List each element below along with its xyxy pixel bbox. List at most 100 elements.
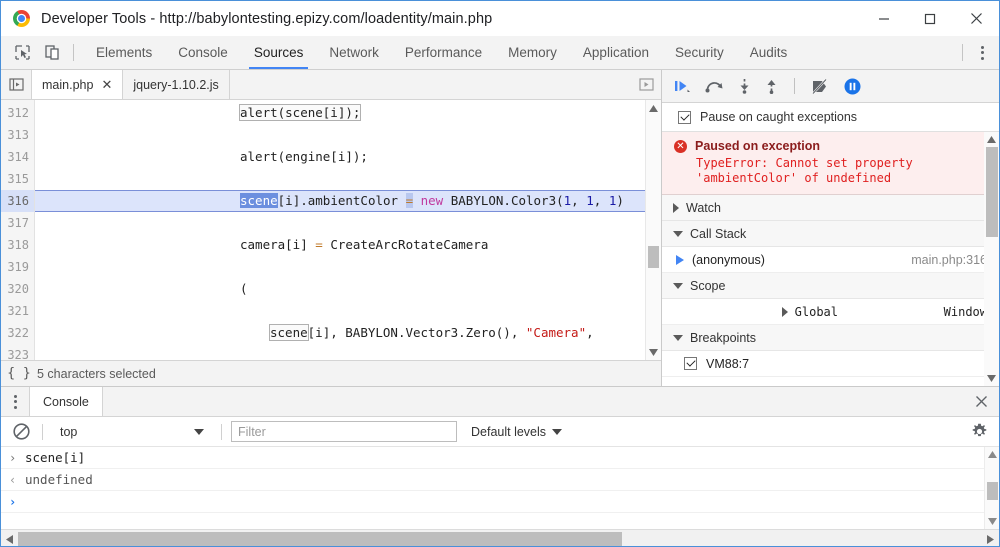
scroll-up-icon[interactable]: [985, 447, 999, 462]
sources-panel: main.php ✕ jquery-1.10.2.js 312 313 314 …: [1, 70, 999, 387]
scrollbar-thumb[interactable]: [986, 147, 998, 237]
scroll-up-icon[interactable]: [646, 100, 661, 116]
scroll-left-icon[interactable]: [1, 530, 18, 546]
scrollbar-track[interactable]: [985, 462, 999, 514]
maximize-button[interactable]: [907, 1, 953, 36]
current-frame-icon: [676, 254, 684, 265]
resume-script-execution-icon[interactable]: [674, 79, 691, 94]
close-icon[interactable]: ✕: [101, 78, 112, 91]
scrollbar-track[interactable]: [18, 530, 982, 546]
console-divider: [42, 423, 43, 440]
line-number: 323: [7, 348, 29, 360]
code-line-316: scene[i].ambientColor = new BABYLON.Colo…: [35, 190, 645, 212]
scroll-down-icon[interactable]: [646, 344, 661, 360]
chevron-right-icon: [781, 306, 788, 317]
line-number-gutter[interactable]: 312 313 314 315 316 317 318 319 320 321 …: [1, 100, 35, 360]
tab-security[interactable]: Security: [662, 36, 737, 69]
console-message-output[interactable]: ‹ undefined: [1, 469, 999, 491]
deactivate-breakpoints-icon[interactable]: [811, 78, 830, 94]
code-token: new: [413, 193, 451, 208]
scrollbar-track[interactable]: [646, 116, 661, 344]
devtools-tab-strip: Elements Console Sources Network Perform…: [1, 36, 999, 70]
scroll-up-icon[interactable]: [984, 132, 999, 147]
debugger-sidebar: Pause on caught exceptions ✕ Paused on e…: [662, 70, 999, 386]
scrollbar-thumb[interactable]: [18, 532, 622, 546]
inspect-element-icon[interactable]: [7, 36, 37, 69]
breakpoint-checkbox[interactable]: [684, 357, 697, 370]
tab-elements[interactable]: Elements: [83, 36, 165, 69]
scrollbar-thumb[interactable]: [987, 482, 998, 500]
tab-network[interactable]: Network: [316, 36, 392, 69]
devtools-window: Developer Tools - http://babylontesting.…: [0, 0, 1000, 547]
step-out-of-current-function-icon[interactable]: [765, 78, 778, 94]
clear-console-icon[interactable]: [9, 423, 33, 440]
tab-sources[interactable]: Sources: [241, 36, 317, 69]
debugger-vertical-scrollbar[interactable]: [984, 132, 999, 386]
chevron-down-icon: [194, 428, 204, 435]
more-tools-icon[interactable]: [1, 387, 29, 416]
device-toolbar-icon[interactable]: [37, 36, 67, 69]
horizontal-scrollbar[interactable]: [1, 529, 999, 546]
step-into-next-function-call-icon[interactable]: [738, 78, 751, 94]
scope-entry-global[interactable]: Global Window: [662, 299, 999, 325]
console-settings-icon[interactable]: [959, 423, 999, 440]
minimize-button[interactable]: [861, 1, 907, 36]
close-drawer-icon[interactable]: [963, 387, 999, 416]
code-lines[interactable]: alert(scene[i]); alert(engine[i]); scene…: [35, 100, 645, 360]
step-over-next-function-call-icon[interactable]: [705, 79, 724, 94]
scrollbar-thumb[interactable]: [648, 246, 659, 268]
tab-audits[interactable]: Audits: [737, 36, 801, 69]
close-button[interactable]: [953, 1, 999, 36]
section-breakpoints[interactable]: Breakpoints: [662, 325, 999, 351]
code-line-312: alert(scene[i]);: [35, 102, 645, 124]
console-output-marker-icon: ‹: [9, 472, 17, 487]
editor-vertical-scrollbar[interactable]: [645, 100, 661, 360]
scroll-down-icon[interactable]: [985, 514, 999, 529]
scope-entry-name: Global: [794, 304, 838, 319]
line-number: 314: [7, 150, 29, 164]
code-line-314: alert(engine[i]);: [35, 146, 645, 168]
pause-on-caught-exceptions-checkbox[interactable]: [678, 110, 691, 124]
scroll-right-icon[interactable]: [982, 530, 999, 546]
file-tab-label: jquery-1.10.2.js: [133, 77, 219, 92]
pause-on-exceptions-icon[interactable]: [844, 78, 861, 95]
console-context-select[interactable]: top: [52, 421, 212, 442]
console-filter-input[interactable]: [231, 421, 457, 442]
code-editor[interactable]: 312 313 314 315 316 317 318 319 320 321 …: [1, 100, 661, 360]
scrollbar-track[interactable]: [984, 147, 999, 371]
file-tab-jquery[interactable]: jquery-1.10.2.js: [123, 70, 230, 99]
show-navigator-icon[interactable]: [1, 70, 31, 99]
line-number: 321: [7, 304, 29, 318]
tab-performance[interactable]: Performance: [392, 36, 495, 69]
selection-status-text: 5 characters selected: [37, 366, 156, 381]
selected-token: scene: [240, 193, 278, 208]
section-scope[interactable]: Scope: [662, 273, 999, 299]
call-stack-frame[interactable]: (anonymous) main.php:316: [662, 247, 999, 273]
drawer-tab-console[interactable]: Console: [29, 387, 103, 416]
section-call-stack[interactable]: Call Stack: [662, 221, 999, 247]
breakpoint-entry[interactable]: VM88:7: [662, 351, 999, 377]
code-token: CreateArcRotateCamera: [322, 237, 489, 252]
tab-application[interactable]: Application: [570, 36, 662, 69]
pause-on-caught-exceptions-row[interactable]: Pause on caught exceptions: [662, 103, 999, 132]
pretty-print-icon[interactable]: { }: [1, 366, 37, 381]
scroll-down-icon[interactable]: [984, 371, 999, 386]
console-prompt[interactable]: ›: [1, 491, 999, 513]
more-tabs-icon[interactable]: [631, 70, 661, 99]
console-message-input[interactable]: › scene[i]: [1, 447, 999, 469]
tab-memory[interactable]: Memory: [495, 36, 570, 69]
console-levels-select[interactable]: Default levels: [471, 425, 563, 439]
console-vertical-scrollbar[interactable]: [984, 447, 999, 529]
console-output[interactable]: › scene[i] ‹ undefined ›: [1, 447, 999, 529]
file-tab-main-php[interactable]: main.php ✕: [31, 70, 124, 99]
paused-title-row: ✕ Paused on exception: [674, 139, 989, 153]
call-stack-frame-location[interactable]: main.php:316: [911, 253, 987, 267]
code-line-322: scene[i], BABYLON.Vector3.Zero(), "Camer…: [35, 322, 645, 344]
section-watch[interactable]: Watch: [662, 195, 999, 221]
tab-console[interactable]: Console: [165, 36, 241, 69]
section-scope-label: Scope: [690, 278, 726, 293]
code-token: camera[i]: [240, 237, 316, 252]
code-token: =: [405, 193, 414, 208]
more-options-icon[interactable]: [969, 36, 995, 69]
